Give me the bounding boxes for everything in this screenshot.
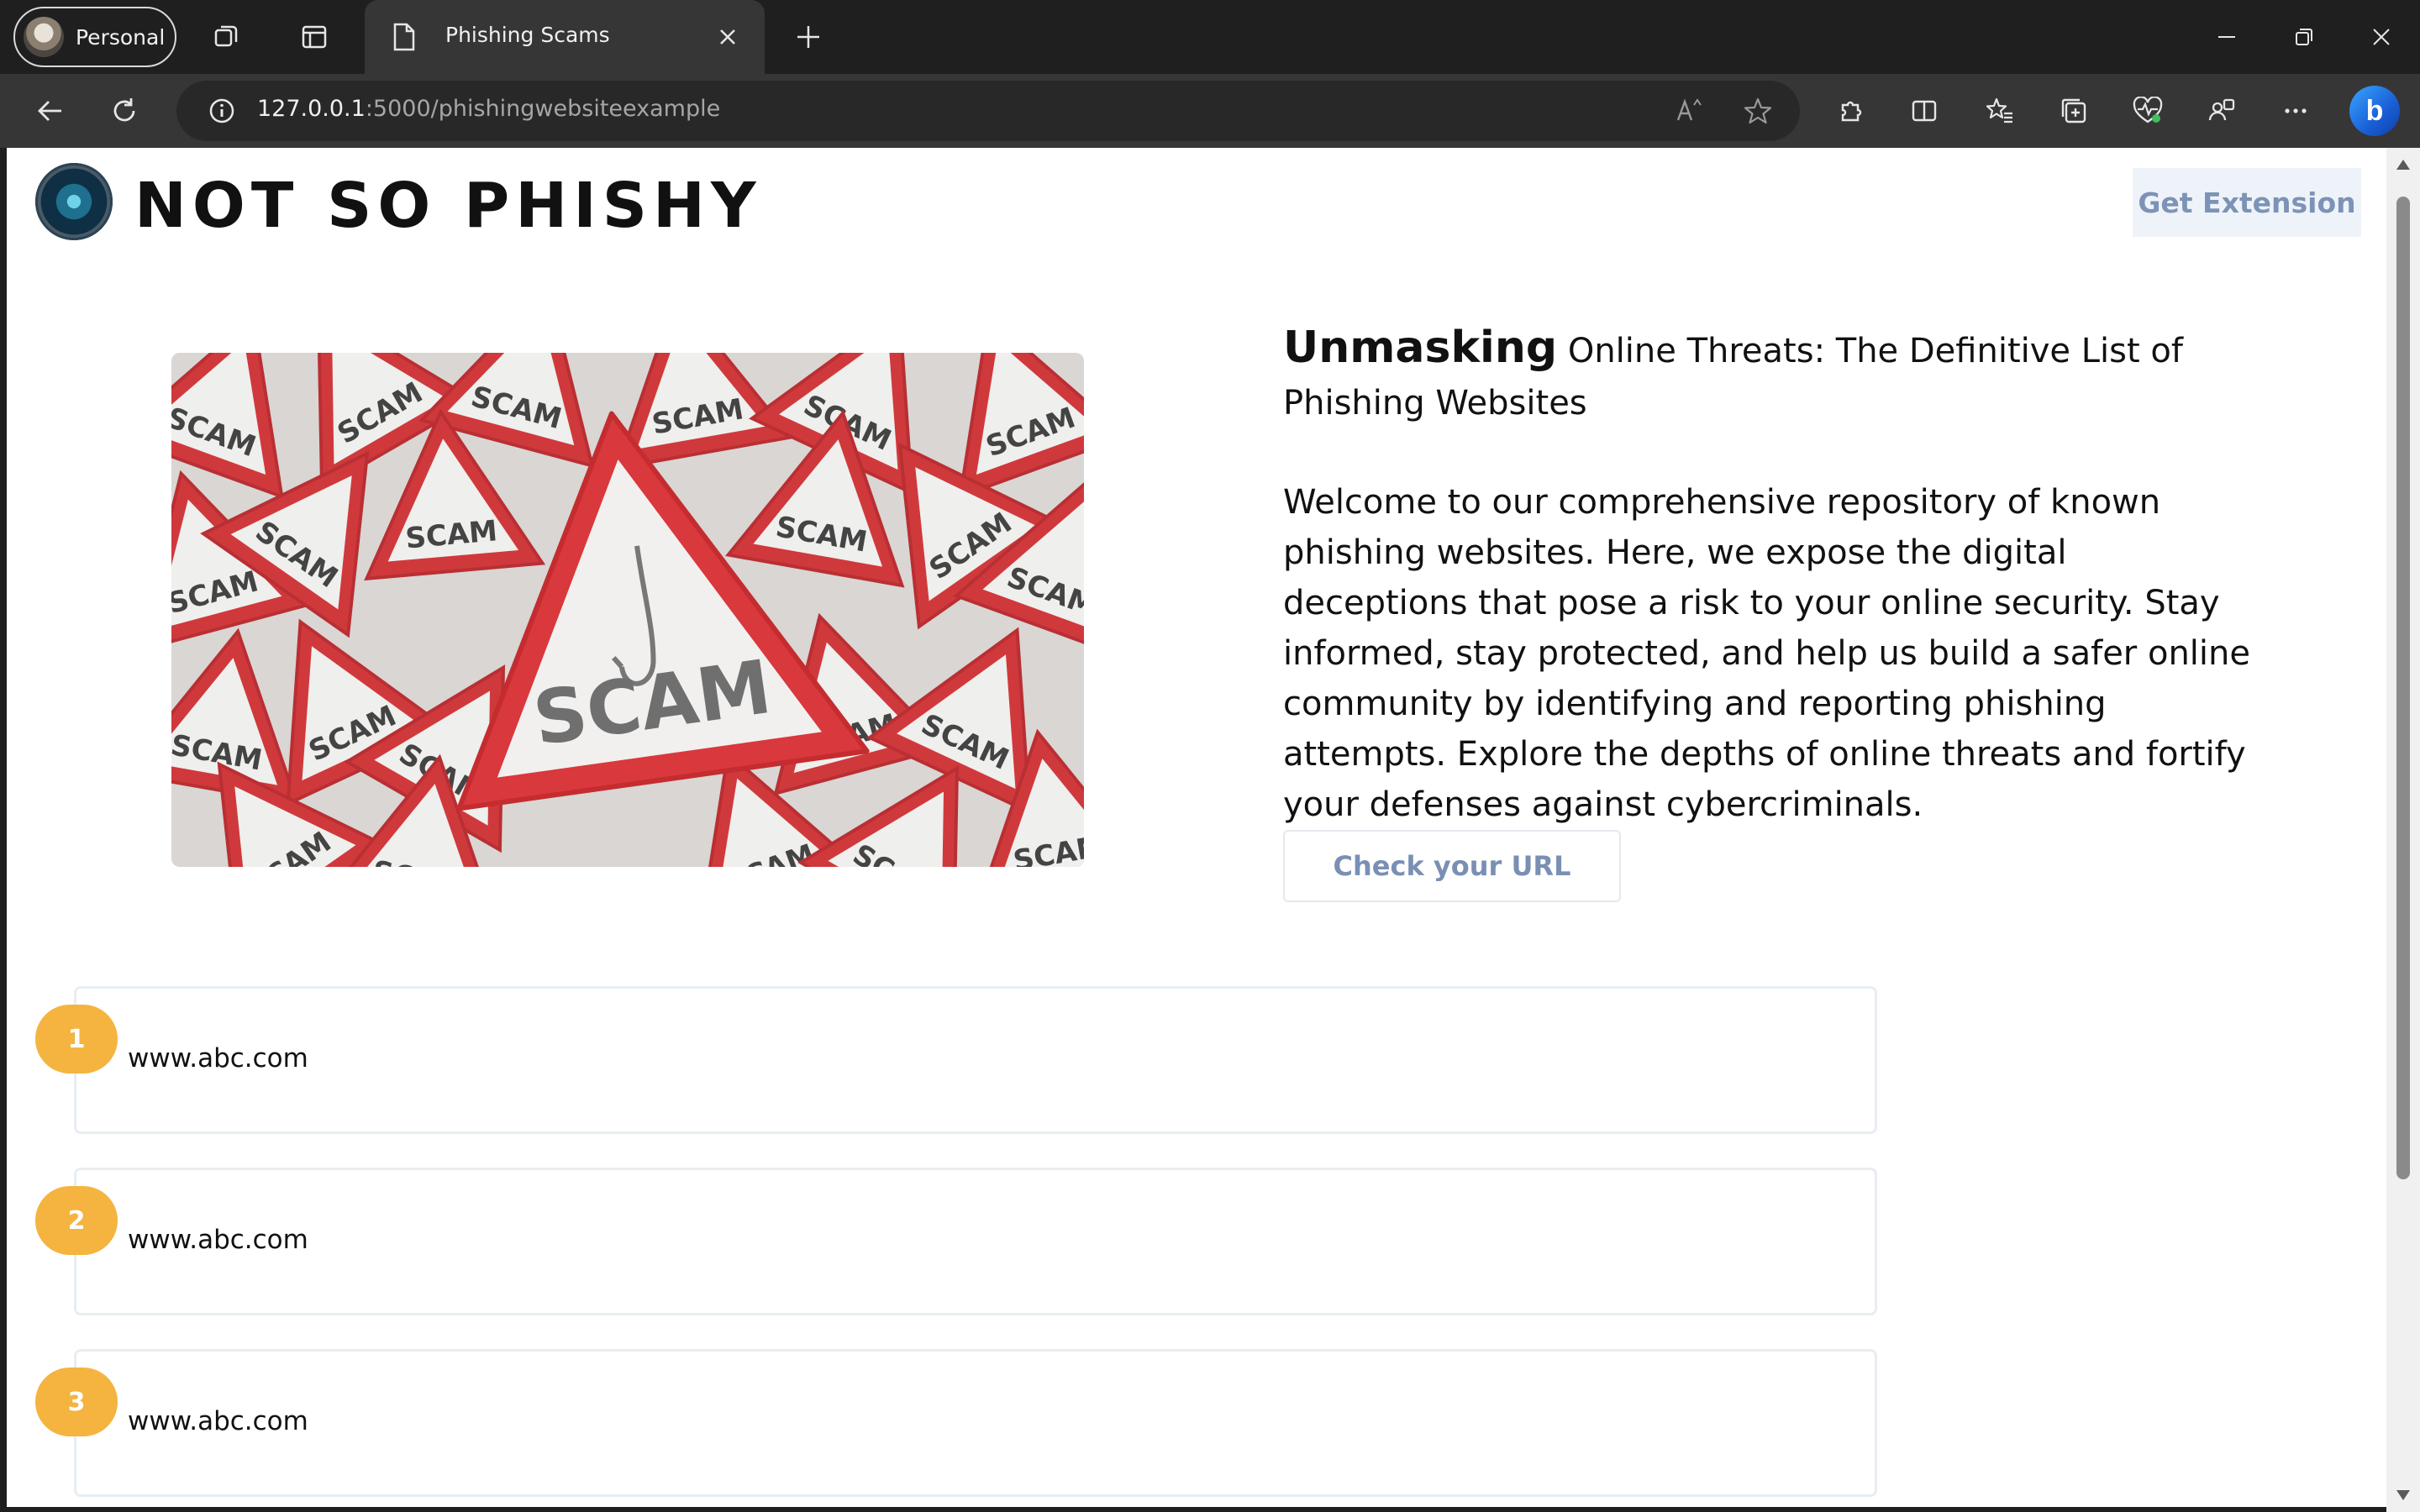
split-screen-icon[interactable]: [1904, 91, 1944, 131]
list-item[interactable]: [74, 1168, 1877, 1315]
list-item[interactable]: [74, 1349, 1877, 1497]
page-headline: Unmasking Online Threats: The Definitive…: [1283, 323, 2275, 429]
rank-badge: 1: [35, 1005, 118, 1074]
address-bar[interactable]: 127.0.0.1:5000/phishingwebsiteexample: [176, 81, 1800, 141]
favorite-star-icon[interactable]: [1738, 91, 1778, 131]
scroll-down-arrow-icon[interactable]: [2396, 1490, 2410, 1500]
extensions-icon[interactable]: [1830, 91, 1870, 131]
tab-actions-icon[interactable]: [294, 17, 334, 57]
scam-warning-image: SCAM SCAM SCAM SCAM SCAM SCAM SCAM SCAM SCAM SCAM…: [171, 353, 1084, 867]
scrollbar-thumb[interactable]: [2396, 197, 2410, 1179]
browser-tab-bar: Personal Phishing Scams: [0, 0, 2420, 74]
headline-strong: Unmasking: [1283, 323, 1558, 373]
site-info-icon[interactable]: [202, 91, 242, 131]
profile-label: Personal: [76, 24, 166, 50]
new-tab-icon[interactable]: [788, 17, 829, 57]
active-tab[interactable]: Phishing Scams: [365, 0, 765, 74]
phishing-url[interactable]: www.abc.com: [128, 1406, 308, 1436]
url-text[interactable]: 127.0.0.1:5000/phishingwebsiteexample: [257, 96, 720, 122]
rank-badge: 2: [35, 1186, 118, 1255]
rank-badge: 3: [35, 1368, 118, 1436]
refresh-icon[interactable]: [104, 91, 145, 131]
copilot-icon[interactable]: b: [2349, 86, 2400, 136]
page-icon: [392, 22, 417, 55]
browser-nav-bar: 127.0.0.1:5000/phishingwebsiteexample b: [0, 74, 2420, 148]
phishing-url[interactable]: www.abc.com: [128, 1225, 308, 1255]
more-options-icon[interactable]: [2275, 91, 2316, 131]
back-icon[interactable]: [30, 91, 71, 131]
profile-button[interactable]: Personal: [13, 7, 176, 67]
profile-avatar: [24, 17, 64, 57]
close-tab-icon[interactable]: [708, 17, 748, 57]
page-viewport: NOT SO PHISHY Get Extension SCAM SCAM SCAM…: [7, 148, 2386, 1507]
scroll-up-arrow-icon[interactable]: [2396, 160, 2410, 170]
close-window-icon[interactable]: [2361, 17, 2402, 57]
phishing-url[interactable]: www.abc.com: [128, 1043, 308, 1074]
workspaces-icon[interactable]: [207, 17, 247, 57]
site-logo: [35, 163, 113, 240]
url-path: :5000/phishingwebsiteexample: [365, 96, 721, 122]
favorites-icon[interactable]: [1980, 91, 2020, 131]
read-aloud-icon[interactable]: [1669, 91, 1709, 131]
tab-title: Phishing Scams: [445, 23, 610, 47]
restore-icon[interactable]: [2284, 17, 2324, 57]
check-url-button[interactable]: Check your URL: [1283, 830, 1621, 902]
vertical-scrollbar[interactable]: [2386, 148, 2420, 1512]
url-host: 127.0.0.1: [257, 96, 366, 122]
browser-essentials-icon[interactable]: [2128, 91, 2168, 131]
brand-title: NOT SO PHISHY: [134, 170, 762, 242]
minimize-icon[interactable]: [2207, 17, 2247, 57]
intro-paragraph: Welcome to our comprehensive repository …: [1283, 483, 2250, 824]
collections-icon[interactable]: [2054, 91, 2094, 131]
list-item[interactable]: [74, 986, 1877, 1134]
get-extension-button[interactable]: Get Extension: [2133, 168, 2361, 237]
connections-icon[interactable]: [2202, 91, 2242, 131]
